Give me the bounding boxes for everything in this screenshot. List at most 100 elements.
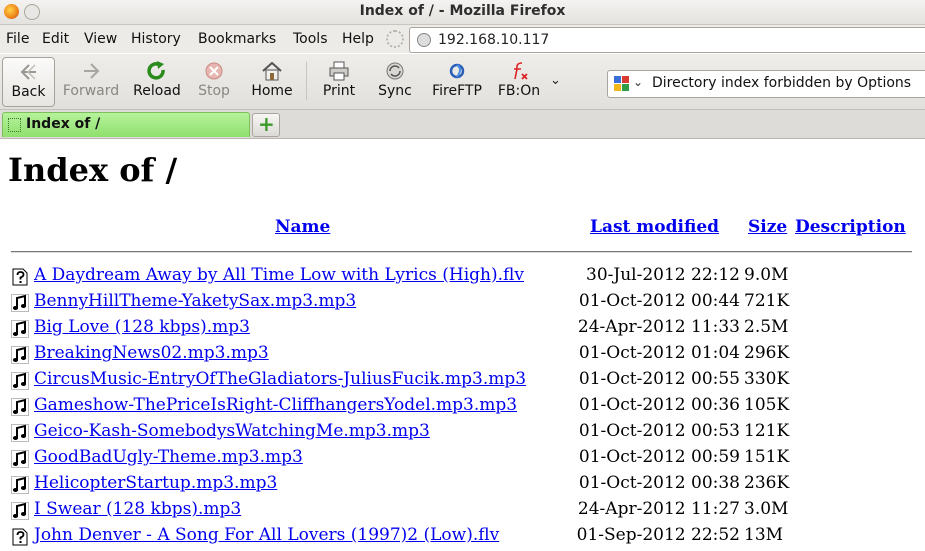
tab-index[interactable]: Index of /: [2, 112, 250, 137]
firebug-label: FB:On: [497, 83, 541, 99]
file-modified-date: 01-Oct-2012 00:55: [578, 369, 740, 389]
file-row: A Daydream Away by All Time Low with Lyr…: [0, 263, 925, 289]
page-content: Index of / Name Last modified Size Descr…: [0, 139, 925, 551]
column-description-link[interactable]: Description: [795, 217, 906, 237]
search-text[interactable]: Directory index forbidden by Options: [652, 75, 911, 91]
menu-help[interactable]: Help: [342, 31, 374, 47]
stop-button[interactable]: Stop: [193, 57, 235, 105]
file-link[interactable]: GoodBadUgly-Theme.mp3.mp3: [34, 447, 303, 467]
title-bar: Index of / - Mozilla Firefox: [0, 0, 925, 25]
file-row: Gameshow-ThePriceIsRight-CliffhangersYod…: [0, 393, 925, 419]
fireftp-button[interactable]: FireFTP: [428, 57, 486, 105]
printer-icon: [328, 61, 350, 81]
firebug-menu-button[interactable]: ⌄: [548, 57, 562, 105]
sync-button[interactable]: Sync: [374, 57, 416, 105]
toolbar-separator: [306, 62, 307, 100]
sound-file-icon: [11, 424, 29, 442]
chevron-down-icon: ⌄: [550, 73, 561, 88]
file-link[interactable]: Gameshow-ThePriceIsRight-CliffhangersYod…: [34, 395, 517, 415]
menu-view[interactable]: View: [84, 31, 117, 47]
file-modified-date: 01-Oct-2012 00:36: [578, 395, 740, 415]
stop-label: Stop: [198, 83, 230, 99]
file-link[interactable]: I Swear (128 kbps).mp3: [34, 499, 241, 519]
sync-icon: [384, 61, 406, 81]
file-link[interactable]: A Daydream Away by All Time Low with Lyr…: [34, 265, 524, 285]
home-button[interactable]: Home: [248, 57, 296, 105]
file-row: GoodBadUgly-Theme.mp3.mp3 01-Oct-2012 00:…: [0, 445, 925, 471]
file-row: I Swear (128 kbps).mp3 24-Apr-2012 11:27 3…: [0, 497, 925, 523]
file-size: 151K: [744, 447, 790, 467]
forward-button[interactable]: Forward: [60, 57, 122, 105]
sound-file-icon: [11, 294, 29, 312]
file-size: 2.5M: [744, 317, 789, 337]
sound-file-icon: [11, 372, 29, 390]
file-modified-date: 01-Oct-2012 00:53: [578, 421, 740, 441]
file-size: 721K: [744, 291, 790, 311]
stop-icon: [203, 61, 225, 81]
print-button[interactable]: Print: [318, 57, 360, 105]
search-box[interactable]: ⌄ Directory index forbidden by Options: [607, 70, 925, 98]
fireftp-label: FireFTP: [432, 83, 482, 99]
tab-label: Index of /: [26, 116, 101, 132]
page-favicon-icon: [8, 118, 21, 132]
fireftp-icon: [446, 61, 468, 81]
search-engine-dropdown-icon[interactable]: ⌄: [633, 75, 643, 89]
file-size: 13M: [744, 525, 784, 545]
back-arrow-icon: [18, 62, 40, 82]
sound-file-icon: [11, 450, 29, 468]
back-button[interactable]: Back: [2, 57, 55, 107]
header-divider: [11, 251, 912, 253]
new-tab-button[interactable]: +: [252, 112, 280, 137]
firebug-toggle-button[interactable]: FB:On: [493, 57, 545, 105]
address-url[interactable]: 192.168.10.117: [438, 32, 549, 48]
site-identity-icon[interactable]: [417, 33, 431, 47]
file-modified-date: 01-Oct-2012 00:59: [578, 447, 740, 467]
home-icon: [261, 61, 283, 81]
sound-file-icon: [11, 502, 29, 520]
home-label: Home: [251, 83, 293, 99]
menu-edit[interactable]: Edit: [42, 31, 69, 47]
menu-bookmarks[interactable]: Bookmarks: [198, 31, 276, 47]
sound-file-icon: [11, 320, 29, 338]
print-label: Print: [322, 83, 356, 99]
file-link[interactable]: BennyHillTheme-YaketySax.mp3.mp3: [34, 291, 356, 311]
file-link[interactable]: Geico-Kash-SomebodysWatchingMe.mp3.mp3: [34, 421, 430, 441]
file-link[interactable]: John Denver - A Song For All Lovers (199…: [34, 525, 499, 545]
menu-file[interactable]: File: [6, 31, 29, 47]
file-modified-date: 24-Apr-2012 11:27: [577, 499, 740, 519]
file-size: 121K: [744, 421, 790, 441]
reload-label: Reload: [133, 83, 181, 99]
file-size: 105K: [744, 395, 790, 415]
sound-file-icon: [11, 346, 29, 364]
google-search-engine-icon[interactable]: [614, 76, 630, 92]
menu-tools[interactable]: Tools: [293, 31, 328, 47]
sound-file-icon: [11, 476, 29, 494]
column-name-link[interactable]: Name: [275, 217, 330, 237]
reload-button[interactable]: Reload: [131, 57, 183, 105]
file-row: CircusMusic-EntryOfTheGladiators-JuliusF…: [0, 367, 925, 393]
file-row: HelicopterStartup.mp3.mp3 01-Oct-2012 00:…: [0, 471, 925, 497]
file-size: 236K: [744, 473, 790, 493]
file-link[interactable]: Big Love (128 kbps).mp3: [34, 317, 250, 337]
file-link[interactable]: BreakingNews02.mp3.mp3: [34, 343, 269, 363]
forward-arrow-icon: [80, 61, 102, 81]
sound-file-icon: [11, 398, 29, 416]
file-link[interactable]: HelicopterStartup.mp3.mp3: [34, 473, 277, 493]
column-size-link[interactable]: Size: [748, 217, 787, 237]
file-modified-date: 30-Jul-2012 22:12: [586, 265, 740, 285]
file-size: 3.0M: [744, 499, 789, 519]
file-row: Big Love (128 kbps).mp3 24-Apr-2012 11:33…: [0, 315, 925, 341]
file-link[interactable]: CircusMusic-EntryOfTheGladiators-JuliusF…: [34, 369, 526, 389]
menu-history[interactable]: History: [131, 31, 181, 47]
file-modified-date: 01-Oct-2012 00:38: [578, 473, 740, 493]
unknown-file-icon: [11, 268, 29, 286]
sync-label: Sync: [378, 83, 412, 99]
file-row: BreakingNews02.mp3.mp3 01-Oct-2012 01:04 2…: [0, 341, 925, 367]
unknown-file-icon: [11, 528, 29, 546]
file-size: 296K: [744, 343, 790, 363]
forward-label: Forward: [62, 83, 120, 99]
file-size: 9.0M: [744, 265, 789, 285]
address-bar[interactable]: 192.168.10.117: [409, 27, 925, 53]
file-row: Geico-Kash-SomebodysWatchingMe.mp3.mp3 01…: [0, 419, 925, 445]
column-last-modified-link[interactable]: Last modified: [590, 217, 719, 237]
